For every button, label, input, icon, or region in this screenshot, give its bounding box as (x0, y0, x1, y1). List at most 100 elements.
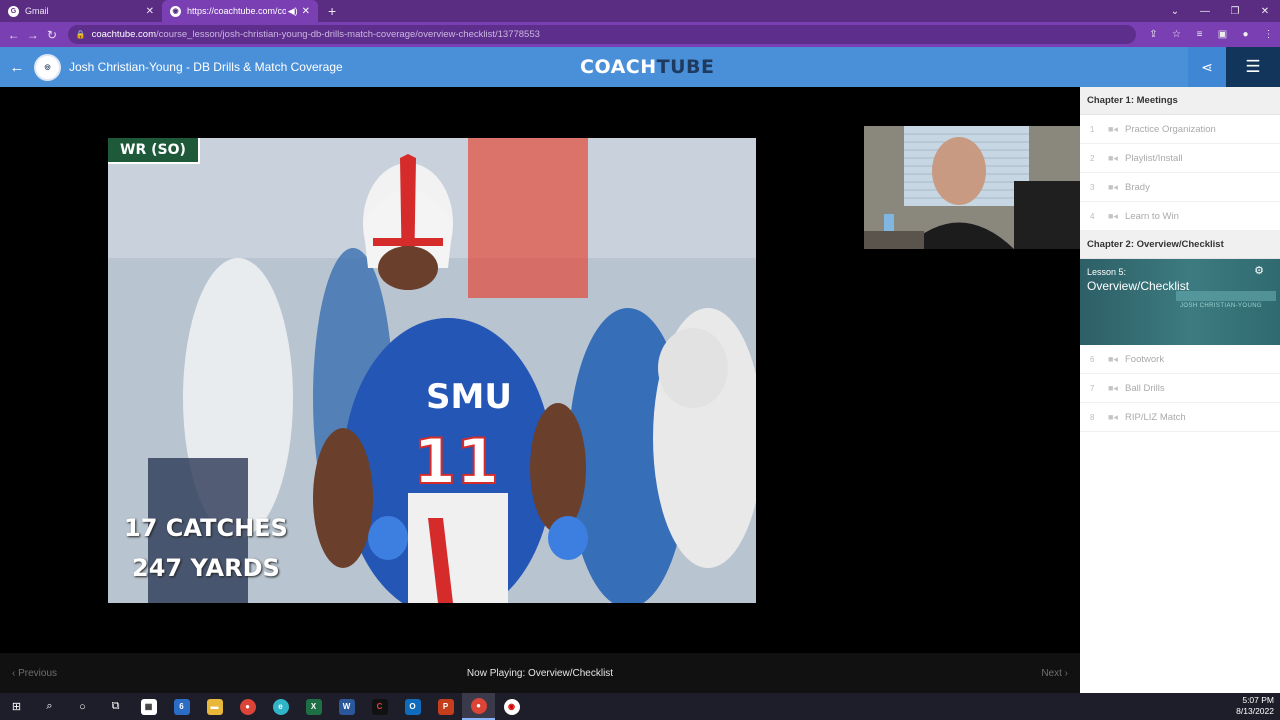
new-tab-button[interactable]: + (328, 0, 336, 22)
share-icon: ⋖ (1201, 58, 1213, 75)
bookmark-star-icon[interactable]: ☆ (1165, 29, 1188, 40)
app-record-icon[interactable]: ◉ (495, 693, 528, 720)
lesson-number: 4 (1090, 211, 1095, 221)
position-badge: WR (SO) (108, 138, 200, 164)
current-lesson-label: Lesson 5: (1087, 267, 1127, 277)
thumbnail-caption: JOSH CHRISTIAN-YOUNG (1180, 303, 1263, 309)
menu-kebab-icon[interactable]: ⋮ (1257, 29, 1280, 40)
next-label: Next (1041, 667, 1062, 679)
close-tab-icon[interactable]: ✕ (146, 6, 154, 17)
close-tab-icon[interactable]: ✕ (302, 6, 310, 17)
lesson-item[interactable]: 6 ■◂ Footwork (1080, 345, 1280, 374)
lock-icon[interactable]: 🔒 (76, 30, 86, 39)
lesson-number: 7 (1090, 383, 1095, 393)
file-explorer-icon[interactable]: ▬ (198, 693, 231, 720)
tab-title: Gmail (25, 6, 49, 16)
store-icon[interactable]: ▦ (132, 693, 165, 720)
outlook-icon[interactable]: O (396, 693, 429, 720)
cortana-icon[interactable]: ○ (66, 693, 99, 720)
lesson-item[interactable]: 8 ■◂ RIP/LIZ Match (1080, 403, 1280, 432)
restore-button[interactable]: ❐ (1220, 6, 1250, 17)
lesson-list-button[interactable]: ☰ (1226, 47, 1280, 87)
mail-badge: 6 (173, 698, 190, 715)
clock-date: 8/13/2022 (1236, 706, 1274, 716)
lesson-number: 3 (1090, 182, 1095, 192)
video-camera-icon: ■◂ (1108, 353, 1118, 364)
google-g-icon: G (8, 5, 19, 17)
mail-icon[interactable]: 6 (165, 693, 198, 720)
brand-part2: TUBE (656, 56, 715, 78)
reload-icon[interactable]: ↻ (42, 28, 61, 42)
current-lesson-title: Overview/Checklist (1087, 279, 1190, 293)
chapter-heading: Chapter 2: Overview/Checklist (1080, 231, 1280, 259)
edge-icon[interactable]: e (264, 693, 297, 720)
gear-icon[interactable]: ⚙ (1254, 264, 1264, 277)
browser-tab-gmail[interactable]: G Gmail ✕ (0, 0, 162, 22)
webcam-image (864, 126, 1080, 249)
windows-start-icon[interactable]: ⊞ (0, 693, 33, 720)
stat-yards: 247 YARDS (132, 554, 280, 582)
chevron-right-icon: › (1061, 667, 1068, 679)
chrome-icon[interactable]: ● (231, 693, 264, 720)
forward-icon[interactable]: → (23, 28, 42, 42)
lesson-item[interactable]: 3 ■◂ Brady (1080, 173, 1280, 202)
lesson-number: 6 (1090, 354, 1095, 364)
lesson-item[interactable]: 7 ■◂ Ball Drills (1080, 374, 1280, 403)
video-camera-icon: ■◂ (1108, 152, 1118, 163)
share-button[interactable]: ⋖ (1188, 47, 1226, 87)
now-playing-label: Now Playing: Overview/Checklist (466, 667, 614, 679)
list-icon: ☰ (1245, 57, 1261, 76)
reading-list-icon[interactable]: ≡ (1188, 29, 1211, 40)
lesson-item[interactable]: 4 ■◂ Learn to Win (1080, 202, 1280, 231)
address-bar-row: ← → ↻ 🔒 coachtube.com/course_lesson/josh… (0, 22, 1280, 47)
url-host: coachtube.com (91, 29, 157, 40)
app-header: ← ◎ Josh Christian-Young - DB Drills & M… (0, 47, 1280, 87)
video-player[interactable]: SMU 11 WR (SO) 17 CATCHES 247 YARDS (0, 87, 1080, 653)
course-title: Josh Christian-Young - DB Drills & Match… (69, 60, 343, 74)
coach-avatar-logo: ◎ (34, 53, 61, 81)
profile-icon[interactable]: ● (1234, 29, 1257, 40)
next-button[interactable]: Next › (1041, 668, 1068, 679)
thumbnail-banner (1176, 291, 1276, 301)
url-input[interactable]: 🔒 coachtube.com/course_lesson/josh-chris… (67, 25, 1136, 44)
lesson-item[interactable]: 1 ■◂ Practice Organization (1080, 115, 1280, 144)
lesson-number: 8 (1090, 412, 1095, 422)
lesson-item[interactable]: 2 ■◂ Playlist/Install (1080, 144, 1280, 173)
minimize-button[interactable]: — (1190, 6, 1220, 17)
tab-search-icon[interactable]: ⌄ (1160, 6, 1190, 17)
speaker-icon[interactable]: ◀) (288, 6, 298, 17)
current-lesson-card[interactable]: JOSH CHRISTIAN-YOUNG Lesson 5: Overview/… (1080, 259, 1280, 345)
lesson-number: 1 (1090, 124, 1095, 134)
back-icon[interactable]: ← (4, 28, 23, 42)
lesson-title: Ball Drills (1125, 382, 1165, 394)
webcam-overlay[interactable] (864, 126, 1080, 249)
share-page-icon[interactable]: ⇪ (1142, 29, 1165, 40)
close-window-button[interactable]: ✕ (1250, 6, 1280, 17)
system-clock[interactable]: 5:07 PM 8/13/2022 (1236, 695, 1274, 717)
back-arrow-icon[interactable]: ← (0, 59, 34, 76)
video-camera-icon: ■◂ (1108, 382, 1118, 393)
chapter-heading: Chapter 1: Meetings (1080, 87, 1280, 115)
player-nav-bar: ‹ Previous Now Playing: Overview/Checkli… (0, 653, 1080, 693)
word-icon[interactable]: W (330, 693, 363, 720)
browser-tabstrip: G Gmail ✕ ◉ https://coachtube.com/cours … (0, 0, 1280, 22)
chrome-active-icon[interactable]: ● (462, 693, 495, 720)
lesson-title: RIP/LIZ Match (1125, 411, 1186, 423)
lesson-title: Practice Organization (1125, 123, 1216, 135)
app-c-icon[interactable]: C (363, 693, 396, 720)
excel-icon[interactable]: X (297, 693, 330, 720)
lesson-title: Learn to Win (1125, 210, 1179, 222)
task-view-icon[interactable]: ⧉ (99, 693, 132, 720)
browser-tab-coachtube[interactable]: ◉ https://coachtube.com/cours ◀) ✕ (162, 0, 318, 22)
brand-part1: COACH (580, 56, 657, 78)
coachtube-favicon: ◉ (170, 5, 181, 17)
lesson-number: 2 (1090, 153, 1095, 163)
side-panel-icon[interactable]: ▣ (1211, 29, 1234, 40)
main-video-frame[interactable]: SMU 11 WR (SO) 17 CATCHES 247 YARDS (108, 138, 756, 603)
url-path: /course_lesson/josh-christian-young-db-d… (156, 29, 540, 40)
coachtube-logo[interactable]: COACHTUBE (580, 56, 715, 78)
search-icon[interactable]: ⌕ (33, 693, 66, 720)
stat-catches: 17 CATCHES (124, 514, 288, 542)
clock-time: 5:07 PM (1242, 695, 1274, 705)
powerpoint-icon[interactable]: P (429, 693, 462, 720)
